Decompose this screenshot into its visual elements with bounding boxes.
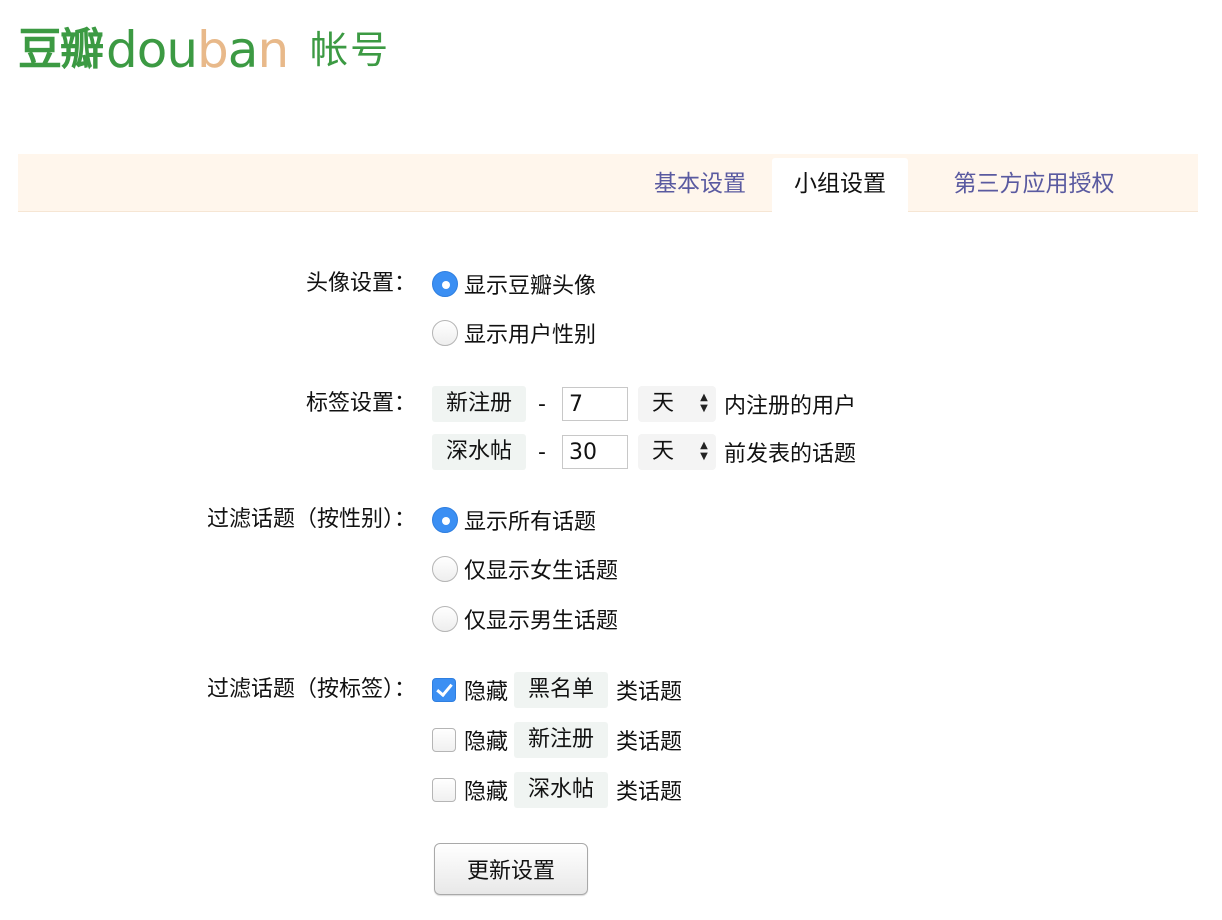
new-user-unit-select[interactable]: 天 ▲ ▼: [637, 386, 716, 422]
dash: -: [538, 391, 546, 417]
select-arrows-icon: ▲ ▼: [700, 440, 708, 462]
avatar-option-gender-label: 显示用户性别: [464, 323, 597, 348]
new-user-suffix: 内注册的用户: [723, 394, 856, 419]
deep-water-suffix: 前发表的话题: [723, 442, 856, 467]
radio-unchecked-icon[interactable]: [432, 606, 458, 632]
settings-tab-bar: 基本设置 小组设置 第三方应用授权: [18, 154, 1198, 212]
filter-gender-male-label: 仅显示男生话题: [464, 609, 619, 634]
tag-new-user: 新注册: [432, 386, 527, 422]
hide-word: 隐藏: [464, 780, 509, 805]
filter-tag-label: 过滤话题（按标签）：: [206, 677, 416, 702]
radio-unchecked-icon[interactable]: [432, 556, 458, 582]
douban-logo[interactable]: 豆瓣 douban 帐号: [18, 14, 390, 78]
dash: -: [538, 439, 546, 465]
select-arrows-icon: ▲ ▼: [700, 392, 708, 414]
radio-checked-icon[interactable]: [432, 271, 458, 297]
logo-en-text: douban: [106, 21, 289, 79]
new-user-days-input[interactable]: [561, 387, 628, 421]
tag-deep-water: 深水帖: [514, 772, 609, 808]
deep-water-unit-value: 天: [651, 439, 674, 464]
filter-gender-label: 过滤话题（按性别）：: [206, 507, 416, 532]
deep-water-days-input[interactable]: [561, 435, 628, 469]
tag-blacklist: 黑名单: [514, 672, 609, 708]
avatar-option-gender[interactable]: 显示用户性别: [432, 315, 596, 351]
tag-row-new-user: 新注册 - 天 ▲▼ 内注册的用户: [432, 386, 856, 422]
topic-type-suffix: 类话题: [616, 680, 683, 705]
update-settings-button[interactable]: 更新设置: [434, 843, 588, 895]
radio-checked-icon[interactable]: [432, 507, 458, 533]
filter-gender-female-label: 仅显示女生话题: [464, 559, 619, 584]
new-user-unit-value: 天: [651, 391, 674, 416]
logo-cn-text: 豆瓣: [18, 24, 104, 75]
hide-word: 隐藏: [464, 680, 509, 705]
filter-tag-blacklist[interactable]: 隐藏 黑名单 类话题: [432, 672, 682, 708]
avatar-settings-label: 头像设置：: [305, 271, 416, 296]
tab-group-settings[interactable]: 小组设置: [772, 158, 908, 212]
filter-gender-all-label: 显示所有话题: [464, 510, 597, 535]
avatar-option-douban-label: 显示豆瓣头像: [464, 274, 597, 299]
deep-water-unit-select[interactable]: 天 ▲ ▼: [637, 434, 716, 470]
checkbox-unchecked-icon[interactable]: [432, 778, 456, 802]
filter-gender-male[interactable]: 仅显示男生话题: [432, 601, 618, 637]
tag-settings-label: 标签设置：: [305, 391, 416, 416]
radio-unchecked-icon[interactable]: [432, 320, 458, 346]
filter-tag-deep-water[interactable]: 隐藏 深水帖 类话题: [432, 772, 682, 808]
filter-tag-new-user[interactable]: 隐藏 新注册 类话题: [432, 722, 682, 758]
checkbox-unchecked-icon[interactable]: [432, 728, 456, 752]
tab-basic-settings[interactable]: 基本设置: [626, 158, 774, 212]
hide-word: 隐藏: [464, 730, 509, 755]
tag-new-user: 新注册: [514, 722, 609, 758]
checkbox-checked-icon[interactable]: [432, 678, 456, 702]
topic-type-suffix: 类话题: [616, 730, 683, 755]
tag-deep-water: 深水帖: [432, 434, 527, 470]
tab-third-party-auth[interactable]: 第三方应用授权: [924, 158, 1144, 212]
topic-type-suffix: 类话题: [616, 780, 683, 805]
tag-row-deep-water: 深水帖 - 天 ▲▼ 前发表的话题: [432, 434, 856, 470]
filter-gender-female[interactable]: 仅显示女生话题: [432, 551, 618, 587]
filter-gender-all[interactable]: 显示所有话题: [432, 502, 596, 538]
logo-account-text: 帐号: [310, 28, 391, 72]
avatar-option-douban[interactable]: 显示豆瓣头像: [432, 266, 596, 302]
